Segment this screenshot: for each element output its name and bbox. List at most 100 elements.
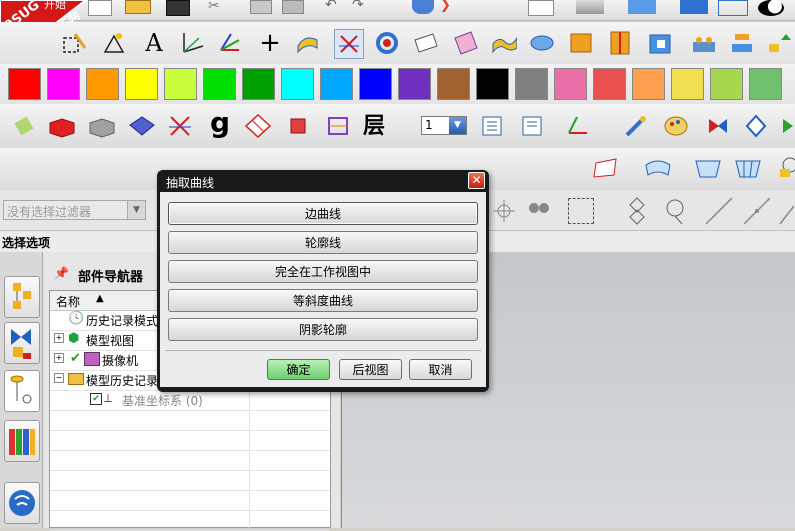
navigator-pin-icon[interactable]: 📌 <box>54 266 69 280</box>
red-cube-icon[interactable] <box>284 112 312 140</box>
color-swatch[interactable] <box>749 68 782 100</box>
snap-line-icon[interactable] <box>704 196 734 226</box>
grid-icon[interactable] <box>734 154 762 182</box>
block-icon[interactable] <box>646 29 674 57</box>
reuse-library-tab[interactable] <box>4 420 40 462</box>
cross-icon[interactable] <box>334 29 364 59</box>
view-icon[interactable] <box>528 0 554 16</box>
layer-dropdown-icon[interactable]: ▼ <box>449 117 466 134</box>
curve-icon[interactable] <box>694 154 722 182</box>
frame-icon[interactable] <box>324 112 352 140</box>
expand-icon[interactable]: + <box>54 333 64 343</box>
color-swatch[interactable] <box>359 68 392 100</box>
wire-cube-icon[interactable] <box>718 0 748 16</box>
sparkle-icon[interactable] <box>100 29 128 57</box>
layer-icon[interactable]: 层 <box>360 110 388 139</box>
brush-icon[interactable] <box>10 112 38 140</box>
color-swatch[interactable] <box>281 68 314 100</box>
dialog-close-button[interactable]: ✕ <box>468 172 485 189</box>
color-swatch[interactable] <box>125 68 158 100</box>
text-icon[interactable]: A <box>140 29 168 57</box>
edge-curve-button[interactable]: 边曲线 <box>168 202 478 225</box>
diamond-icon[interactable] <box>244 112 272 140</box>
pencil-icon[interactable] <box>622 112 650 140</box>
red-block-icon[interactable] <box>48 112 76 140</box>
scope-icon[interactable] <box>576 0 604 14</box>
cross-icon-2[interactable] <box>166 112 194 140</box>
new-file-icon[interactable] <box>88 0 112 16</box>
axes-icon[interactable] <box>564 112 592 140</box>
sketch-icon[interactable] <box>60 29 88 57</box>
grey-block-icon[interactable] <box>88 112 116 140</box>
color-swatch[interactable] <box>554 68 587 100</box>
color-swatch[interactable] <box>593 68 626 100</box>
color-swatch[interactable] <box>8 68 41 100</box>
cut-icon[interactable]: ✂ <box>208 0 234 14</box>
moon-icon[interactable] <box>758 0 784 16</box>
color-swatch[interactable] <box>515 68 548 100</box>
render-icon[interactable]: ❯ <box>440 0 458 14</box>
color-swatch[interactable] <box>632 68 665 100</box>
swirl-icon[interactable] <box>373 29 401 57</box>
color-swatch[interactable] <box>242 68 275 100</box>
palette-icon[interactable] <box>662 112 690 140</box>
transform2-icon[interactable] <box>742 112 770 140</box>
snap-point-icon[interactable] <box>493 200 515 222</box>
ok-button[interactable]: 确定 <box>267 359 330 380</box>
plus-icon[interactable]: + <box>256 28 284 58</box>
patch-icon[interactable] <box>412 29 440 57</box>
filter-select[interactable]: 没有选择过滤器 ▼ <box>3 200 146 220</box>
snap-rotate-icon[interactable] <box>660 196 690 226</box>
part-navigator-tab[interactable] <box>4 370 40 412</box>
redo-icon[interactable]: ↷ <box>352 0 372 12</box>
color-swatch[interactable] <box>86 68 119 100</box>
color-swatch[interactable] <box>47 68 80 100</box>
undo-icon[interactable]: ↶ <box>325 0 345 12</box>
open-folder-icon[interactable] <box>125 0 151 14</box>
surface-icon[interactable] <box>592 154 620 182</box>
layer-select[interactable]: 1 ▼ <box>421 116 467 135</box>
snap-binocular-icon[interactable] <box>526 198 552 224</box>
shell-icon[interactable] <box>567 29 595 57</box>
color-swatch[interactable] <box>320 68 353 100</box>
outline-curve-button[interactable]: 轮廓线 <box>168 231 478 254</box>
edit-icon[interactable] <box>772 154 795 182</box>
stack-icon[interactable] <box>728 29 756 57</box>
color-swatch[interactable] <box>437 68 470 100</box>
color-swatch[interactable] <box>398 68 431 100</box>
checkbox-icon[interactable]: ✔ <box>90 393 102 405</box>
color-swatch[interactable] <box>710 68 743 100</box>
constraint-tab[interactable] <box>4 322 40 364</box>
surface2-icon[interactable] <box>644 154 672 182</box>
web-browser-tab[interactable] <box>4 482 40 524</box>
blue-block-icon[interactable] <box>128 112 156 140</box>
list2-icon[interactable] <box>518 112 546 140</box>
full-in-work-view-button[interactable]: 完全在工作视图中 <box>168 260 478 283</box>
grid-dots-icon[interactable] <box>690 29 718 57</box>
snap-line2-icon[interactable] <box>742 196 772 226</box>
cylinder-icon[interactable] <box>412 0 434 14</box>
wave-icon[interactable] <box>490 29 518 57</box>
color-swatch[interactable] <box>203 68 236 100</box>
tree-item[interactable]: ✔ ⟂ 基准坐标系 (0) <box>50 390 330 411</box>
paste-icon[interactable] <box>282 0 304 14</box>
expand-icon[interactable]: + <box>54 353 64 363</box>
g-icon[interactable]: g <box>206 106 234 139</box>
transform3-icon[interactable] <box>776 112 795 140</box>
snap-move-icon[interactable] <box>622 196 652 226</box>
snap-box-icon[interactable] <box>568 198 594 224</box>
cutaway-icon[interactable] <box>606 29 634 57</box>
pipe-icon[interactable] <box>528 29 556 57</box>
list-icon[interactable] <box>478 112 506 140</box>
color-swatch[interactable] <box>476 68 509 100</box>
arrow-icon[interactable] <box>766 29 794 57</box>
cube-icon[interactable] <box>628 0 656 14</box>
snap-line3-icon[interactable] <box>778 196 795 226</box>
ribbon-icon[interactable] <box>294 29 322 57</box>
cancel-button[interactable]: 取消 <box>409 359 472 380</box>
axis-icon[interactable] <box>178 29 206 57</box>
filter-dropdown-icon[interactable]: ▼ <box>127 201 145 219</box>
copy-icon[interactable] <box>250 0 272 14</box>
column-name[interactable]: 名称 <box>56 293 80 310</box>
mesh-icon[interactable] <box>452 29 480 57</box>
